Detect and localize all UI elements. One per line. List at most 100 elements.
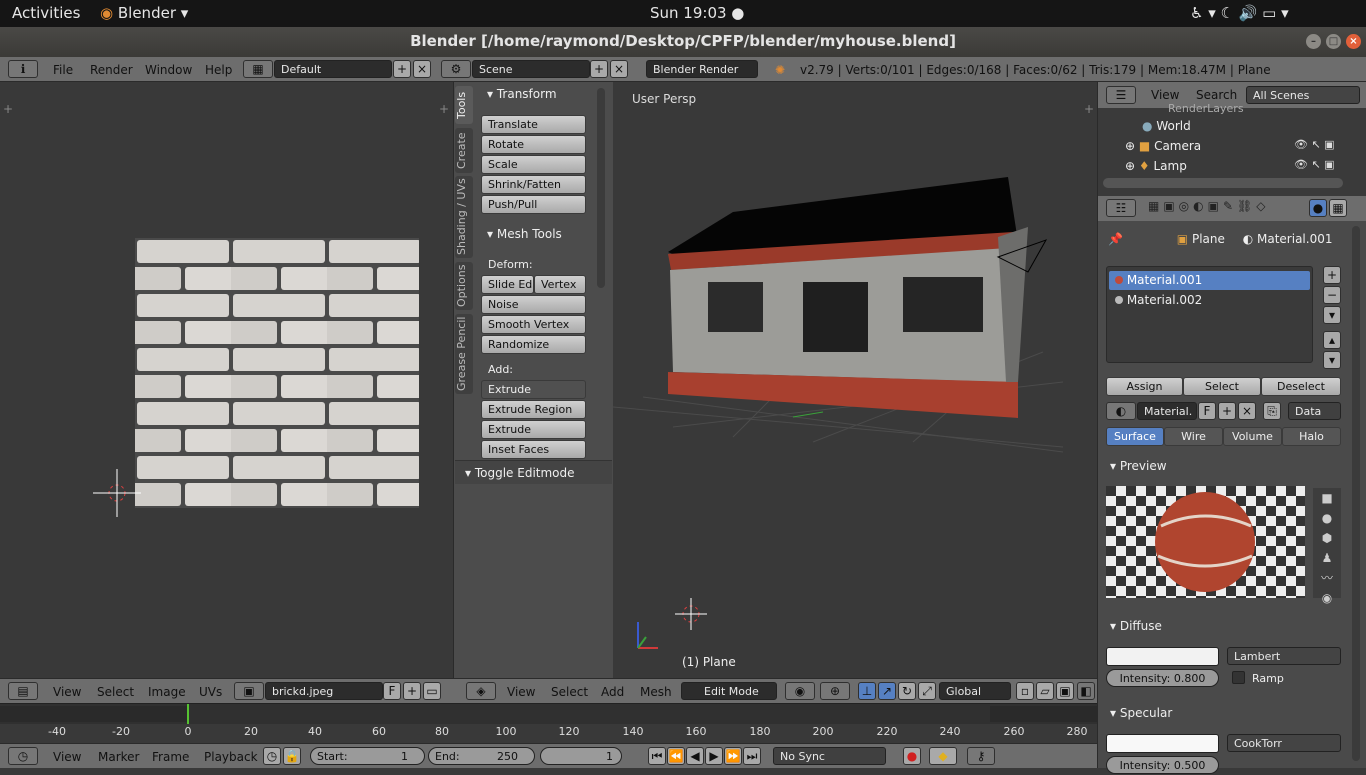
- noise-button[interactable]: Noise: [481, 295, 586, 314]
- preview-range-icon[interactable]: ◷: [263, 747, 281, 765]
- menu-window[interactable]: Window: [145, 63, 192, 77]
- jump-end-icon[interactable]: ⏭: [743, 747, 761, 765]
- outliner-menu-view[interactable]: View: [1151, 88, 1179, 102]
- editor-type-properties-icon[interactable]: ☷: [1106, 199, 1136, 217]
- viewport-shading-icon[interactable]: ◉: [785, 682, 815, 700]
- render-engine-dropdown[interactable]: Blender Render: [646, 60, 758, 78]
- slide-vertex-button[interactable]: Vertex: [534, 275, 586, 294]
- activities-button[interactable]: Activities: [12, 4, 80, 22]
- diffuse-ramp-checkbox[interactable]: [1232, 671, 1245, 684]
- rotate-manipulator-icon[interactable]: ↻: [898, 682, 916, 700]
- screen-layout-field[interactable]: Default: [274, 60, 392, 78]
- timeline-menu-marker[interactable]: Marker: [98, 750, 139, 764]
- jump-start-icon[interactable]: ⏮: [648, 747, 666, 765]
- timeline-menu-frame[interactable]: Frame: [152, 750, 189, 764]
- start-frame-field[interactable]: Start: 1: [310, 747, 425, 765]
- slot-specials-icon[interactable]: ▾: [1323, 306, 1341, 324]
- edge-select-icon[interactable]: ▱: [1036, 682, 1054, 700]
- 2d-cursor-icon[interactable]: [93, 469, 141, 517]
- wire-tab[interactable]: Wire: [1164, 427, 1223, 446]
- editor-type-3d-icon[interactable]: ◈: [466, 682, 496, 700]
- fake-user-button[interactable]: F: [383, 682, 401, 700]
- camera-visibility-icons[interactable]: 👁 ↖ ▣: [1294, 138, 1335, 151]
- remove-scene-icon[interactable]: ×: [610, 60, 628, 78]
- image-name-field[interactable]: brickd.jpeg: [265, 682, 383, 700]
- mesh-tools-panel-header[interactable]: ▾ Mesh Tools: [487, 227, 562, 241]
- diffuse-color-swatch[interactable]: [1106, 647, 1219, 666]
- scene-icon[interactable]: ⚙: [441, 60, 471, 78]
- scale-button[interactable]: Scale: [481, 155, 586, 174]
- new-material-icon[interactable]: +: [1218, 402, 1236, 420]
- inset-faces-button[interactable]: Inset Faces: [481, 440, 586, 459]
- shrink-fatten-button[interactable]: Shrink/Fatten: [481, 175, 586, 194]
- push-pull-button[interactable]: Push/Pull: [481, 195, 586, 214]
- uv-menu-view[interactable]: View: [53, 685, 81, 699]
- add-scene-icon[interactable]: +: [590, 60, 608, 78]
- clock[interactable]: Sun 19:03 ●: [650, 4, 744, 22]
- editor-type-image-icon[interactable]: ▤: [8, 682, 38, 700]
- play-reverse-icon[interactable]: ◀: [686, 747, 704, 765]
- material-slot-list[interactable]: Material.001 Material.002: [1106, 266, 1313, 363]
- editor-type-timeline-icon[interactable]: ◷: [8, 747, 38, 765]
- jump-keyframe-back-icon[interactable]: ⏪: [667, 747, 685, 765]
- open-image-icon[interactable]: ▭: [423, 682, 441, 700]
- outliner-item-lamp[interactable]: ⊕ ♦ Lamp: [1125, 159, 1187, 173]
- add-slot-icon[interactable]: +: [1323, 266, 1341, 284]
- menu-render[interactable]: Render: [90, 63, 133, 77]
- play-icon[interactable]: ▶: [705, 747, 723, 765]
- 3d-menu-view[interactable]: View: [507, 685, 535, 699]
- keying-icon[interactable]: ◆: [929, 747, 957, 765]
- app-menu[interactable]: ◉ Blender ▾: [100, 4, 188, 22]
- tab-options[interactable]: Options: [455, 262, 473, 310]
- lock-range-icon[interactable]: 🔒: [283, 747, 301, 765]
- scale-manipulator-icon[interactable]: ⤢: [918, 682, 936, 700]
- lamp-visibility-icons[interactable]: 👁 ↖ ▣: [1294, 158, 1335, 171]
- occlude-geometry-icon[interactable]: ◧: [1077, 682, 1095, 700]
- timeline[interactable]: [0, 703, 1097, 743]
- copy-material-icon[interactable]: ⎘: [1263, 402, 1281, 420]
- translate-manipulator-icon[interactable]: ↗: [878, 682, 896, 700]
- properties-scrollbar[interactable]: [1352, 226, 1360, 761]
- minimize-button[interactable]: –: [1306, 34, 1321, 49]
- remove-layout-icon[interactable]: ×: [413, 60, 431, 78]
- corner-widget-icon[interactable]: +: [3, 102, 13, 116]
- uv-image-editor[interactable]: + +: [0, 82, 453, 678]
- uv-menu-select[interactable]: Select: [97, 685, 134, 699]
- record-icon[interactable]: ●: [903, 747, 921, 765]
- move-slot-up-icon[interactable]: ▴: [1323, 331, 1341, 349]
- uv-menu-uvs[interactable]: UVs: [199, 685, 222, 699]
- keyset-icon[interactable]: ⚷: [967, 747, 995, 765]
- texture-context-icon[interactable]: ▦: [1329, 199, 1347, 217]
- preview-panel-header[interactable]: ▾ Preview: [1110, 459, 1167, 473]
- new-image-icon[interactable]: +: [403, 682, 421, 700]
- menu-file[interactable]: File: [53, 63, 73, 77]
- outliner-menu-search[interactable]: Search: [1196, 88, 1237, 102]
- rotate-button[interactable]: Rotate: [481, 135, 586, 154]
- sync-mode-dropdown[interactable]: No Sync: [773, 747, 886, 765]
- current-frame-indicator[interactable]: [187, 704, 189, 724]
- vertex-select-icon[interactable]: ▫: [1016, 682, 1034, 700]
- house-model[interactable]: [668, 177, 1048, 418]
- browse-material-icon[interactable]: ◐: [1106, 402, 1136, 420]
- select-button[interactable]: Select: [1183, 377, 1261, 396]
- image-browse-icon[interactable]: ▣: [234, 682, 264, 700]
- editor-type-info-icon[interactable]: ℹ: [8, 60, 38, 78]
- outliner[interactable]: ☰ View Search All Scenes RenderLayers ● …: [1097, 82, 1366, 196]
- material-context-icon[interactable]: ●: [1309, 199, 1327, 217]
- uv-canvas[interactable]: + +: [0, 82, 453, 678]
- manipulator-toggle-icon[interactable]: ⊥: [858, 682, 876, 700]
- pin-icon[interactable]: 📌: [1108, 232, 1123, 246]
- extrude-region-button[interactable]: Extrude Region: [481, 400, 586, 419]
- current-frame-field[interactable]: 1: [540, 747, 622, 765]
- viewport-canvas[interactable]: +: [613, 82, 1097, 678]
- uv-menu-image[interactable]: Image: [148, 685, 186, 699]
- outliner-item-renderlayers[interactable]: RenderLayers: [1168, 102, 1244, 115]
- corner-widget-icon[interactable]: +: [1084, 102, 1094, 116]
- expand-icon[interactable]: ⊕: [1125, 139, 1135, 153]
- 3d-menu-mesh[interactable]: Mesh: [640, 685, 672, 699]
- add-layout-icon[interactable]: +: [393, 60, 411, 78]
- remove-slot-icon[interactable]: −: [1323, 286, 1341, 304]
- material-fake-user-button[interactable]: F: [1198, 402, 1216, 420]
- deselect-button[interactable]: Deselect: [1261, 377, 1341, 396]
- surface-tab[interactable]: Surface: [1106, 427, 1164, 446]
